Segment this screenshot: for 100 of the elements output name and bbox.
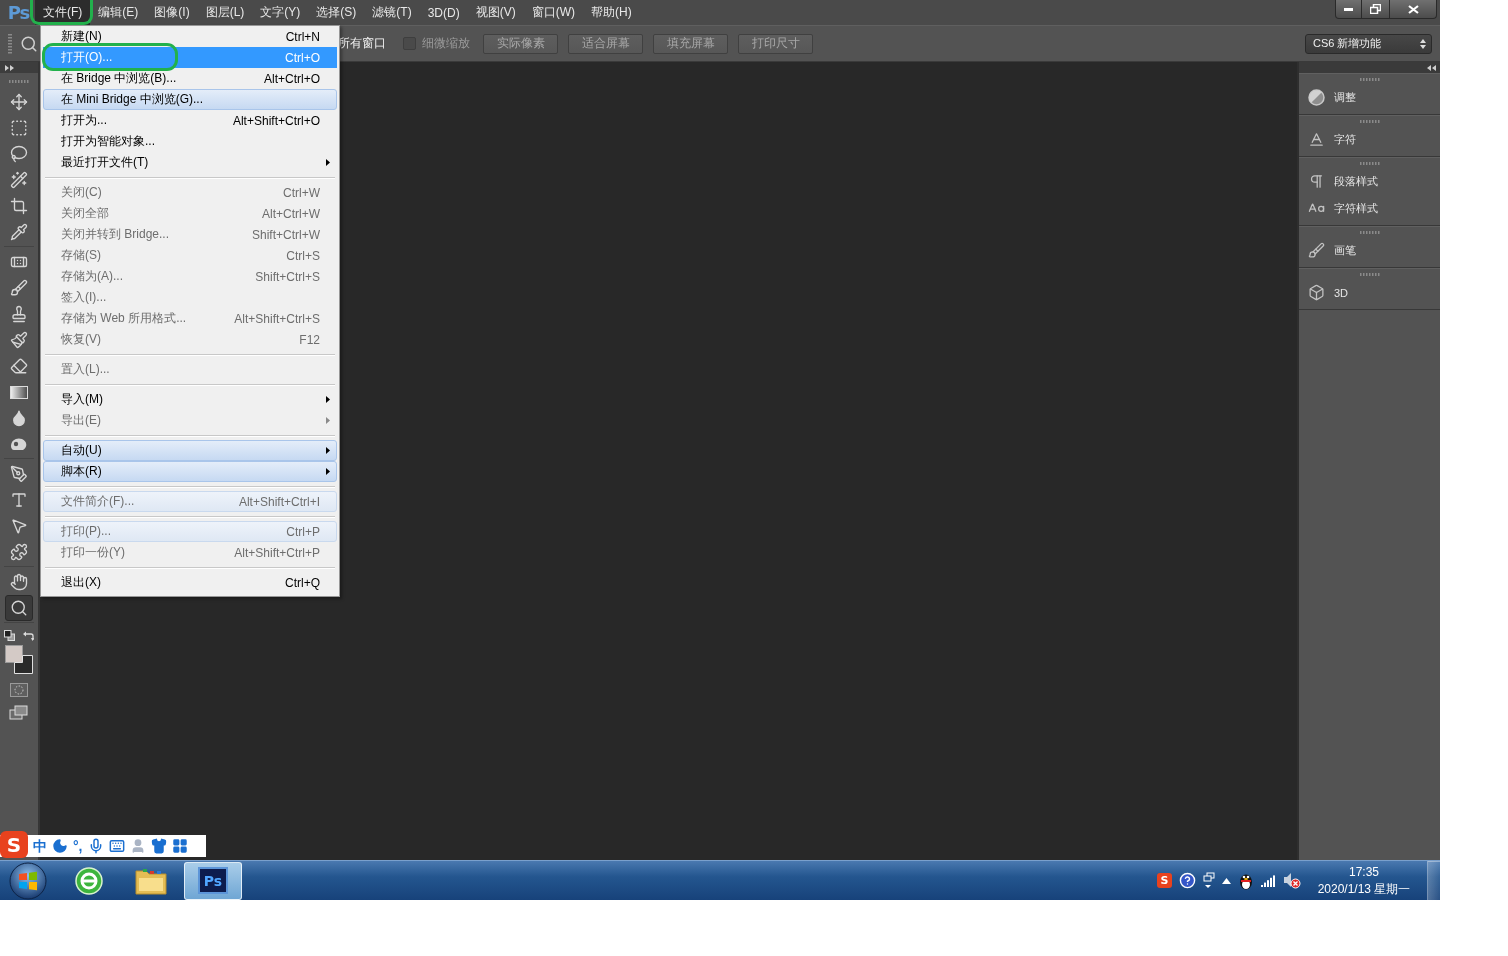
ime-logo[interactable]: S	[0, 831, 28, 858]
menu-item[interactable]: 打开为智能对象...	[43, 131, 337, 152]
half-circle-icon	[1308, 89, 1325, 106]
menu-shortcut: Alt+Ctrl+O	[264, 71, 320, 86]
menu-shortcut: Ctrl+N	[285, 29, 320, 44]
screen-mode-button[interactable]	[9, 705, 29, 721]
menu-item[interactable]: 在 Mini Bridge 中浏览(G)...	[43, 89, 337, 110]
show-desktop-button[interactable]	[1427, 860, 1440, 901]
grid-icon[interactable]	[171, 838, 188, 854]
checkbox-label: 细微缩放	[422, 35, 470, 52]
menu-item[interactable]: 导入(M)	[43, 389, 337, 410]
menu-bar-item[interactable]: 滤镜(T)	[364, 0, 420, 25]
menu-shortcut: Alt+Shift+Ctrl+I	[238, 494, 320, 509]
start-orb-icon	[9, 861, 47, 900]
grip-icon[interactable]	[1358, 119, 1381, 123]
screen-mode-icon	[9, 705, 29, 721]
expand-icon[interactable]	[5, 64, 14, 71]
minimize-button[interactable]	[1335, 0, 1362, 19]
eyedropper-icon	[10, 223, 28, 241]
text-baseline-icon	[1308, 131, 1325, 148]
menu-shortcut: Shift+Ctrl+S	[255, 269, 320, 284]
menu-item[interactable]: 最近打开文件(T)	[43, 152, 337, 173]
menu-item[interactable]: 脚本(R)	[43, 461, 337, 482]
foreground-color-swatch[interactable]	[5, 645, 23, 663]
magnifier-icon	[10, 599, 28, 617]
eraser-icon	[10, 357, 28, 375]
cube-icon	[1308, 284, 1325, 301]
panel-button[interactable]: 字符	[1299, 126, 1440, 153]
menu-shortcut: Ctrl+S	[286, 248, 320, 263]
grip-icon[interactable]	[8, 32, 12, 55]
menu-item[interactable]: 打开为... Alt+Shift+Ctrl+O	[43, 110, 337, 131]
pilcrow-icon	[1308, 173, 1325, 190]
menu-shortcut: Ctrl+Q	[285, 575, 320, 590]
menu-bar-item[interactable]: 图像(I)	[146, 0, 198, 25]
grip-icon[interactable]	[1358, 161, 1381, 165]
grip-icon[interactable]	[8, 79, 30, 83]
stamp-icon	[10, 305, 28, 323]
type-icon	[10, 491, 28, 509]
menu-bar-item[interactable]: 选择(S)	[308, 0, 365, 25]
panel-button[interactable]: 段落样式	[1299, 168, 1440, 195]
brush-icon	[1308, 242, 1325, 259]
pointer-icon	[10, 517, 28, 535]
menu-item[interactable]: 在 Bridge 中浏览(B)... Alt+Ctrl+O	[43, 68, 337, 89]
moon-icon[interactable]	[52, 838, 68, 854]
panel-button[interactable]: 调整	[1299, 84, 1440, 111]
browser-icon	[74, 865, 104, 896]
lasso-icon	[10, 145, 28, 163]
menu-item[interactable]: 退出(X) Ctrl+Q	[43, 572, 337, 593]
workspace-dropdown[interactable]: CS6 新增功能	[1305, 33, 1432, 54]
taskbar-button[interactable]: Ps	[184, 861, 242, 900]
menu-bar-item[interactable]: 图层(L)	[197, 0, 253, 25]
menu-shortcut: Shift+Ctrl+W	[252, 227, 320, 242]
magic-wand-icon	[10, 171, 28, 189]
magnifier-icon[interactable]	[20, 34, 38, 53]
menu-bar-item[interactable]: 视图(V)	[467, 0, 524, 25]
restore-icon	[1370, 4, 1381, 14]
default-colors-icon[interactable]	[4, 629, 15, 641]
puzzle-icon	[10, 543, 28, 561]
paintbrush-icon	[10, 331, 28, 349]
grip-icon[interactable]	[1358, 77, 1381, 81]
brush-icon	[10, 279, 28, 297]
help-icon[interactable]	[1179, 872, 1196, 889]
app-logo: Ps	[6, 1, 31, 25]
keyboard-icon[interactable]	[108, 838, 125, 854]
swap-arrow-icon[interactable]	[23, 629, 34, 641]
caret-up-icon[interactable]	[1222, 877, 1231, 884]
speaker-muted-icon[interactable]	[1283, 872, 1301, 889]
close-button[interactable]	[1390, 0, 1437, 19]
collapse-icon[interactable]	[1427, 64, 1436, 71]
menu-shortcut: Alt+Shift+Ctrl+P	[234, 545, 320, 560]
crop-icon	[10, 197, 28, 215]
pen-icon	[10, 465, 28, 483]
menu-bar-item[interactable]: 3D(D)	[419, 0, 468, 25]
folder-icon	[135, 866, 167, 895]
menu-bar-item[interactable]: 窗口(W)	[523, 0, 583, 25]
menu-item[interactable]: 自动(U)	[43, 440, 337, 461]
restore-button[interactable]	[1362, 0, 1390, 19]
signal-icon[interactable]	[1261, 874, 1276, 887]
menu-bar-item[interactable]: 编辑(E)	[90, 0, 147, 25]
grip-icon[interactable]	[1358, 230, 1381, 234]
sponge-icon	[10, 437, 28, 451]
network-icon[interactable]	[1203, 872, 1215, 889]
tool-button[interactable]	[5, 595, 33, 621]
ime-mode-button[interactable]: 中	[33, 838, 47, 854]
shirt-icon[interactable]	[150, 838, 167, 854]
panel-button[interactable]: 画笔	[1299, 237, 1440, 264]
menu-shortcut: Alt+Shift+Ctrl+O	[232, 113, 320, 128]
menu-shortcut: F12	[299, 332, 320, 347]
panel-button[interactable]: 字符样式	[1299, 195, 1440, 222]
ime-tray-logo[interactable]: S	[1157, 873, 1172, 888]
grip-icon[interactable]	[1358, 272, 1381, 276]
dashed-square-icon	[10, 119, 28, 137]
close-icon	[1407, 4, 1419, 14]
menu-item[interactable]: 新建(N) Ctrl+N	[43, 26, 337, 47]
menu-bar-item[interactable]: 文字(Y)	[252, 0, 309, 25]
menu-bar-item[interactable]: 帮助(H)	[583, 0, 640, 25]
panel-button[interactable]: 3D	[1299, 279, 1440, 306]
move-icon	[10, 93, 28, 111]
punctuation-button[interactable]: °,	[73, 838, 83, 854]
gradient-icon	[10, 385, 28, 399]
